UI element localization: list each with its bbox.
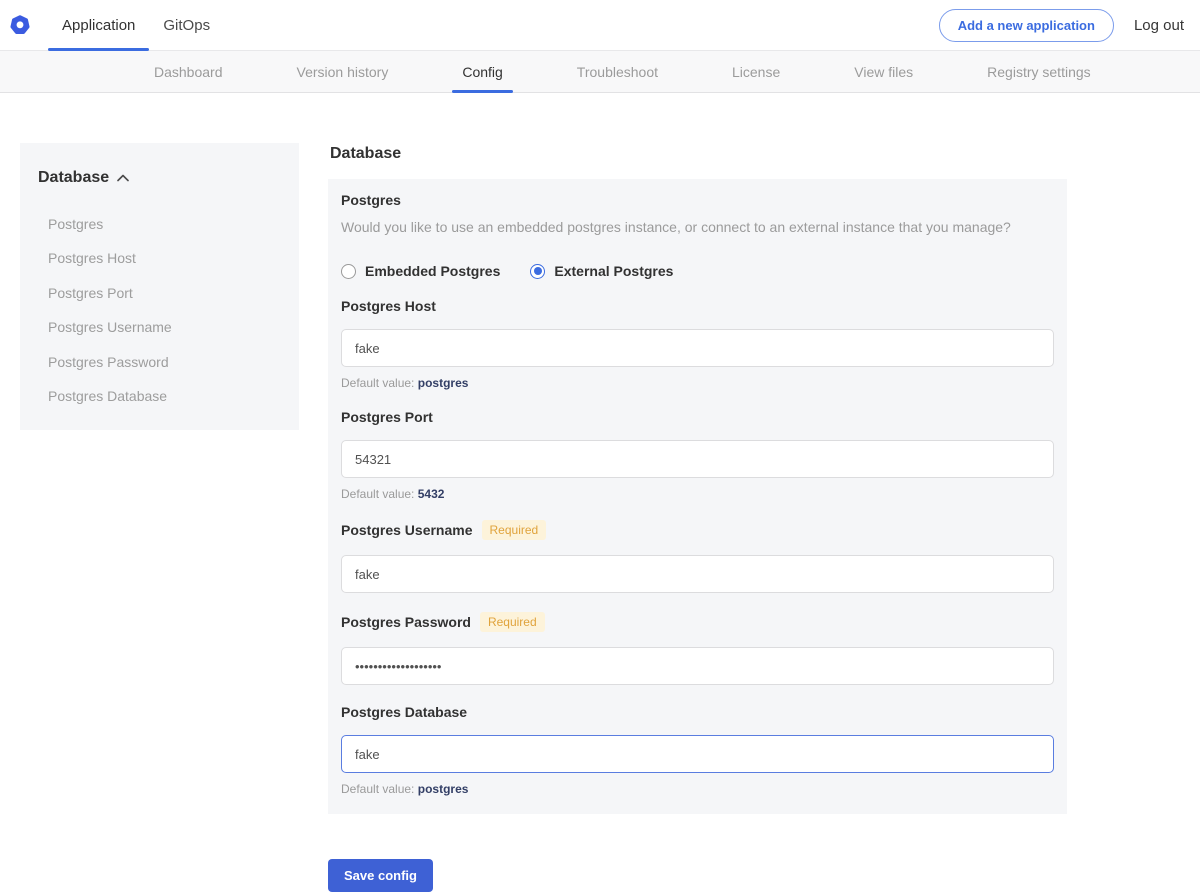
field-label: Postgres Database [341,704,467,720]
topbar-actions: Add a new application Log out [939,9,1200,42]
sidebar-item-postgres-port[interactable]: Postgres Port [48,276,281,311]
subnav-item-version-history[interactable]: Version history [291,51,395,92]
config-main: Database Postgres Would you like to use … [328,143,1067,892]
save-config-button[interactable]: Save config [328,859,433,892]
app-logo-icon[interactable] [10,15,30,35]
config-group-card: Postgres Would you like to use an embedd… [328,179,1067,814]
subnav-label: Troubleshoot [577,64,658,80]
radio-circle-icon [341,264,356,279]
config-item-postgres-database: Postgres Database Default value: postgre… [341,704,1054,796]
tab-gitops-label: GitOps [163,17,210,34]
postgres-type-radio-group: Embedded Postgres External Postgres [341,263,1054,279]
default-value: postgres [418,782,469,796]
field-label: Postgres Username [341,522,473,538]
sidebar-item-postgres-database[interactable]: Postgres Database [48,380,281,415]
subnav-label: Registry settings [987,64,1090,80]
default-value: 5432 [418,487,445,501]
logo-heptagon-icon [10,15,30,35]
default-value-line: Default value: postgres [341,376,1054,390]
field-label-row: Postgres Database [341,704,1054,720]
default-value-label: Default value: [341,782,414,796]
group-title: Postgres [341,192,1054,208]
tab-gitops[interactable]: GitOps [149,0,224,50]
field-label-row: Postgres Port [341,409,1054,425]
postgres-database-input[interactable] [341,735,1054,773]
config-item-postgres-port: Postgres Port Default value: 5432 [341,409,1054,501]
default-value-label: Default value: [341,376,414,390]
postgres-password-input[interactable] [341,647,1054,685]
subnav-item-license[interactable]: License [726,51,786,92]
tab-application-label: Application [62,17,135,34]
required-badge: Required [480,612,545,632]
postgres-port-input[interactable] [341,440,1054,478]
subnav-item-view-files[interactable]: View files [848,51,919,92]
default-value-line: Default value: 5432 [341,487,1054,501]
sidebar-item-postgres-username[interactable]: Postgres Username [48,311,281,346]
config-page: Database Postgres Postgres Host Postgres… [0,143,1200,892]
app-subnav: Dashboard Version history Config Trouble… [0,51,1200,93]
radio-label: Embedded Postgres [365,263,500,279]
config-sidebar: Database Postgres Postgres Host Postgres… [20,143,299,430]
radio-external-postgres[interactable]: External Postgres [530,263,673,279]
subnav-label: Config [462,64,502,80]
logout-link[interactable]: Log out [1134,17,1184,34]
group-help-text: Would you like to use an embedded postgr… [341,217,1054,237]
top-navbar: Application GitOps Add a new application… [0,0,1200,51]
sidebar-item-postgres-password[interactable]: Postgres Password [48,345,281,380]
sidebar-item-list: Postgres Postgres Host Postgres Port Pos… [48,207,281,414]
field-label: Postgres Password [341,614,471,630]
default-value: postgres [418,376,469,390]
radio-embedded-postgres[interactable]: Embedded Postgres [341,263,500,279]
postgres-host-input[interactable] [341,329,1054,367]
subnav-label: View files [854,64,913,80]
sidebar-item-postgres-host[interactable]: Postgres Host [48,242,281,277]
sidebar-group-database[interactable]: Database [38,169,281,187]
subnav-label: Dashboard [154,64,223,80]
subnav-item-troubleshoot[interactable]: Troubleshoot [571,51,664,92]
tab-application[interactable]: Application [48,0,149,50]
field-label-row: Postgres Username Required [341,520,1054,540]
field-label: Postgres Host [341,298,436,314]
subnav-item-dashboard[interactable]: Dashboard [148,51,229,92]
config-item-postgres-username: Postgres Username Required [341,520,1054,593]
subnav-label: License [732,64,780,80]
page-title: Database [330,145,1067,163]
default-value-line: Default value: postgres [341,782,1054,796]
radio-circle-icon [530,264,545,279]
top-tabs: Application GitOps [48,0,224,50]
subnav-item-config[interactable]: Config [456,51,508,92]
config-item-postgres-password: Postgres Password Required [341,612,1054,685]
field-label: Postgres Port [341,409,433,425]
add-application-button[interactable]: Add a new application [939,9,1114,42]
subnav-item-registry-settings[interactable]: Registry settings [981,51,1096,92]
sidebar-item-postgres[interactable]: Postgres [48,207,281,242]
required-badge: Required [482,520,547,540]
field-label-row: Postgres Password Required [341,612,1054,632]
config-item-postgres-host: Postgres Host Default value: postgres [341,298,1054,390]
radio-label: External Postgres [554,263,673,279]
default-value-label: Default value: [341,487,414,501]
subnav-label: Version history [297,64,389,80]
chevron-up-icon [117,174,129,182]
postgres-username-input[interactable] [341,555,1054,593]
field-label-row: Postgres Host [341,298,1054,314]
sidebar-group-label: Database [38,169,109,187]
